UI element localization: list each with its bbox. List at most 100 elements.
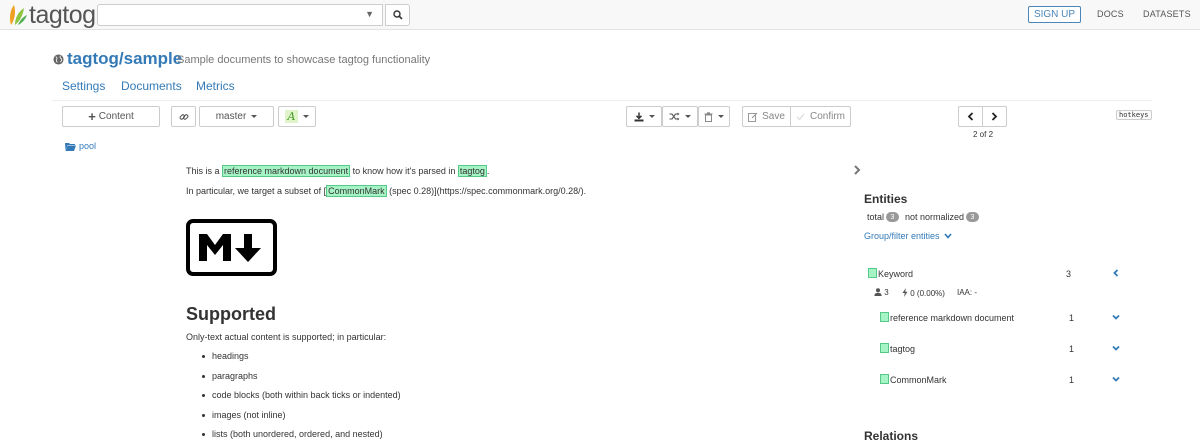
entity-name[interactable]: tagtog — [890, 344, 915, 354]
chevron-left-icon[interactable] — [1112, 269, 1120, 277]
add-content-button[interactable]: + Content — [62, 106, 160, 127]
page-indicator: 2 of 2 — [973, 130, 994, 139]
entity-annotation[interactable]: CommonMark — [326, 185, 387, 197]
caret-down-icon — [251, 115, 258, 118]
text-segment: (spec 0.28)](https://spec.commonmark.org… — [386, 186, 587, 196]
text-segment: This is a — [186, 166, 223, 176]
list-item: lists (both unordered, ordered, and nest… — [212, 429, 383, 439]
entity-color-swatch — [880, 312, 889, 322]
entity-name[interactable]: reference markdown document — [890, 313, 1014, 323]
previous-document-button[interactable] — [958, 106, 983, 127]
list-bullet — [202, 355, 205, 358]
link-button[interactable] — [171, 106, 196, 127]
tab-documents[interactable]: Documents — [121, 79, 182, 93]
text-segment: to know how it's parsed in — [350, 166, 458, 176]
shuffle-icon — [669, 112, 680, 121]
chevron-down-icon[interactable] — [1112, 313, 1120, 321]
entity-name[interactable]: CommonMark — [890, 375, 947, 385]
search-button[interactable] — [385, 4, 410, 26]
entity-class-iaa: IAA: - — [957, 288, 978, 297]
list-bullet — [202, 375, 205, 378]
entity-color-swatch — [880, 343, 889, 353]
chevron-right-icon — [991, 112, 998, 121]
search-input[interactable]: ▼ — [97, 4, 383, 26]
user-icon — [874, 288, 882, 296]
confirm-label: Confirm — [809, 111, 845, 122]
chevron-left-icon — [967, 112, 974, 121]
chevron-down-icon — [944, 233, 952, 239]
entity-annotation[interactable]: tagtog — [457, 165, 487, 177]
next-document-button[interactable] — [982, 106, 1007, 127]
link-icon — [179, 113, 188, 120]
list-item: headings — [212, 351, 249, 361]
entity-class-name[interactable]: Keyword — [878, 269, 913, 279]
list-bullet — [202, 433, 205, 436]
list-item: code blocks (both within back ticks or i… — [212, 390, 401, 400]
search-icon — [392, 10, 403, 20]
entity-annotation[interactable]: reference markdown document — [222, 165, 351, 177]
font-style-dropdown[interactable]: A — [278, 106, 316, 127]
search-dropdown-icon[interactable]: ▼ — [365, 9, 374, 19]
doc-paragraph-2: In particular, we target a subset of [Co… — [186, 185, 587, 197]
entity-count: 1 — [1069, 344, 1075, 354]
confirm-button[interactable]: Confirm — [790, 106, 851, 127]
folder-pool-link[interactable]: pool — [79, 141, 96, 151]
chevron-down-icon[interactable] — [1112, 375, 1120, 383]
entity-class-users: 3 — [874, 288, 889, 297]
font-icon: A — [284, 110, 299, 123]
entity-count: 1 — [1069, 375, 1075, 385]
save-label: Save — [762, 111, 785, 122]
entity-color-swatch — [880, 374, 889, 384]
tab-settings[interactable]: Settings — [62, 79, 105, 93]
relations-panel-title: Relations — [864, 429, 919, 443]
tab-metrics[interactable]: Metrics — [196, 79, 235, 93]
chevron-down-icon[interactable] — [1112, 344, 1120, 352]
not-normalized-badge: 3 — [966, 212, 979, 222]
markdown-logo-image — [186, 219, 277, 276]
signup-button[interactable]: SIGN UP — [1028, 6, 1081, 23]
project-description: Sample documents to showcase tagtog func… — [177, 54, 431, 66]
caret-down-icon — [648, 115, 655, 118]
brand-name: tagtog — [29, 1, 96, 29]
edit-icon — [748, 112, 758, 122]
top-navbar: tagtog ▼ SIGN UP DOCS DATASETS — [0, 0, 1200, 30]
collapse-panel-icon[interactable] — [853, 165, 861, 175]
entity-class-count: 3 — [1066, 269, 1072, 279]
tagtog-logo[interactable]: tagtog — [8, 1, 96, 29]
entities-panel-title: Entities — [864, 192, 908, 206]
total-count-badge: 3 — [886, 212, 899, 222]
project-name[interactable]: tagtog/sample — [67, 49, 182, 69]
check-icon — [796, 113, 805, 120]
group-filter-entities-link[interactable]: Group/filter entities — [864, 231, 952, 241]
list-item: images (not inline) — [212, 410, 286, 420]
list-bullet — [202, 394, 205, 397]
docs-link[interactable]: DOCS — [1097, 9, 1124, 19]
caret-down-icon — [685, 115, 691, 118]
delete-dropdown[interactable] — [698, 106, 730, 127]
plus-icon: + — [88, 109, 96, 124]
hotkeys-button[interactable]: hotkeys — [1116, 110, 1152, 120]
download-icon — [634, 112, 643, 121]
text-segment: . — [486, 166, 490, 176]
leaf-logo-icon — [10, 5, 27, 25]
branch-dropdown[interactable]: master — [199, 106, 274, 127]
users-count: 3 — [884, 288, 889, 297]
header-divider — [52, 100, 1152, 101]
trash-icon — [704, 111, 713, 122]
doc-paragraph-1: This is a reference markdown document to… — [186, 165, 490, 177]
doc-intro: Only-text actual content is supported; i… — [186, 332, 387, 342]
globe-icon — [53, 54, 64, 65]
folder-open-icon — [65, 143, 76, 151]
list-bullet — [202, 414, 205, 417]
bolt-icon — [902, 288, 908, 297]
download-dropdown[interactable] — [626, 106, 662, 127]
shuffle-dropdown[interactable] — [662, 106, 698, 127]
datasets-link[interactable]: DATASETS — [1143, 9, 1191, 19]
branch-label: master — [215, 111, 247, 122]
list-item: paragraphs — [212, 371, 258, 381]
not-normalized-label: not normalized — [905, 212, 965, 222]
group-filter-label: Group/filter entities — [864, 231, 940, 241]
save-button[interactable]: Save — [742, 106, 791, 127]
total-label: total — [867, 212, 885, 222]
caret-down-icon — [303, 115, 310, 118]
